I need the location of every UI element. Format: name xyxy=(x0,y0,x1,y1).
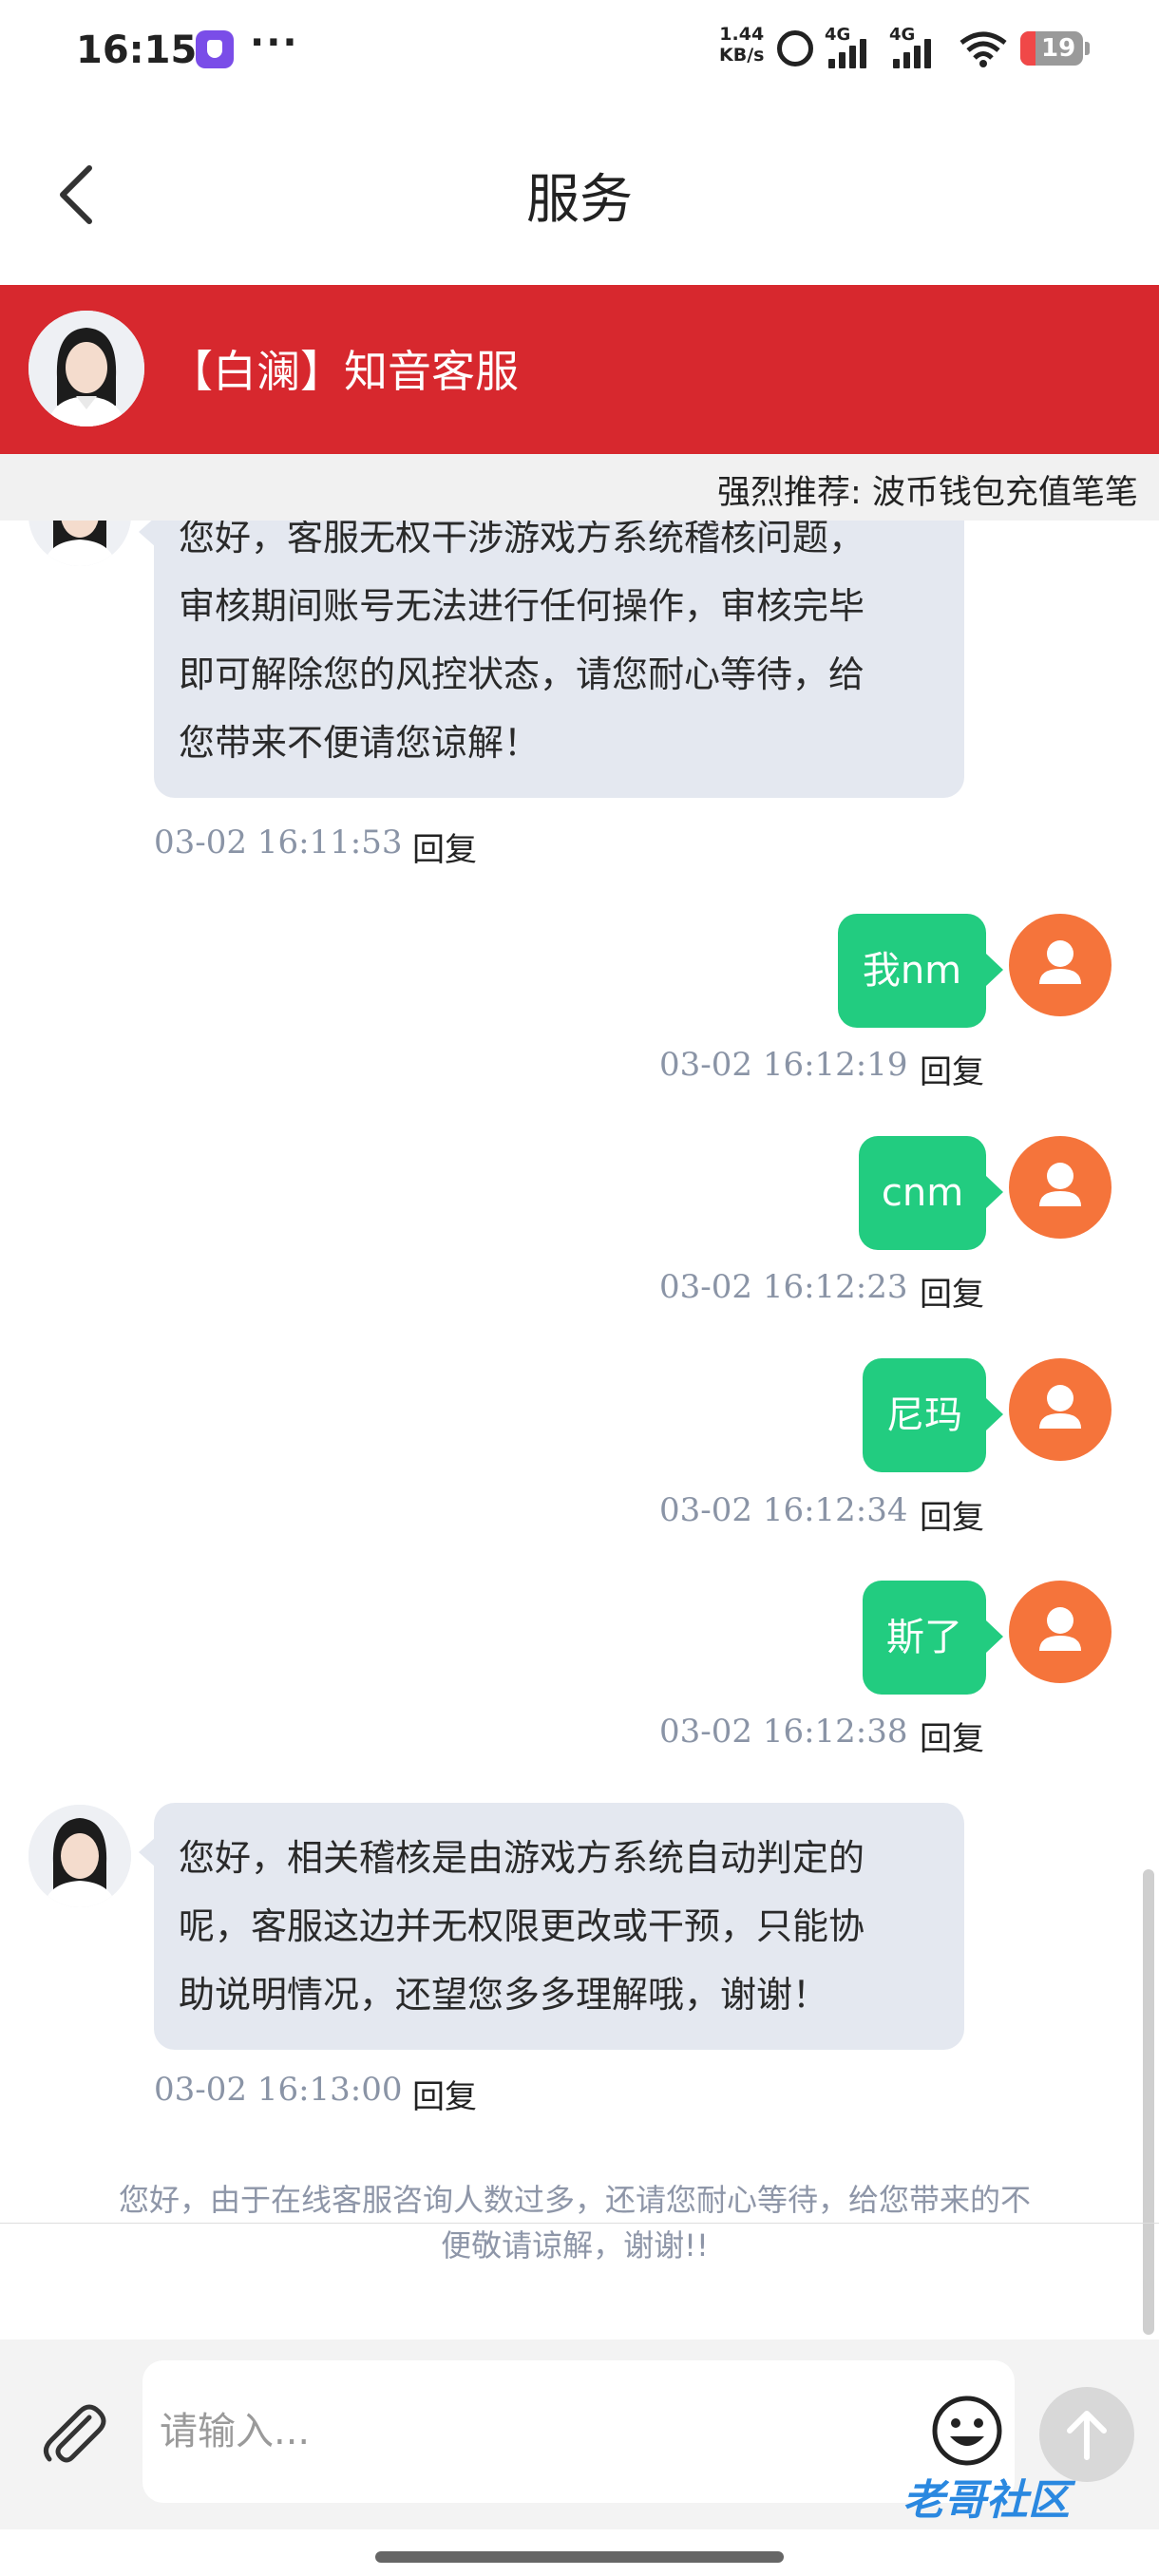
network-type-2: 4G xyxy=(889,25,916,45)
reply-link[interactable]: 回复 xyxy=(920,1713,984,1759)
message-time: 03-02 16:12:19 xyxy=(659,1046,908,1084)
message-time: 03-02 16:12:23 xyxy=(659,1268,908,1306)
user-icon xyxy=(1039,1163,1081,1206)
system-notice-line: 便敬请谅解，谢谢!! xyxy=(441,2227,709,2263)
app-header: 服务 xyxy=(0,100,1159,285)
system-notice: 您好，由于在线客服咨询人数过多，还请您耐心等待，给您带来的不 便敬请谅解，谢谢!… xyxy=(57,2177,1092,2268)
clock: 16:15 xyxy=(76,28,198,72)
page-title: 服务 xyxy=(526,169,633,231)
message-time: 03-02 16:13:00 xyxy=(154,2071,403,2109)
message-line: 您好，客服无权干涉游戏方系统稽核问题， xyxy=(179,521,865,559)
message-line: 审核期间账号无法进行任何操作，审核完毕 xyxy=(179,585,865,627)
user-avatar xyxy=(1009,914,1112,1016)
network-speed-value: 1.44 xyxy=(719,24,765,45)
wifi-icon xyxy=(960,31,1007,67)
alarm-icon xyxy=(777,30,813,66)
message-input[interactable] xyxy=(142,2360,1015,2503)
network-type-1: 4G xyxy=(825,25,851,45)
agent-message: 您好，客服无权干涉游戏方系统稽核问题， 审核期间账号无法进行任何操作，审核完毕 … xyxy=(139,521,964,798)
user-message: 我nm xyxy=(838,914,1003,1028)
agent-banner: 【白澜】知音客服 xyxy=(0,285,1159,454)
reply-link[interactable]: 回复 xyxy=(920,1268,984,1315)
message-time: 03-02 16:11:53 xyxy=(154,824,403,862)
reply-link[interactable]: 回复 xyxy=(920,1491,984,1538)
user-message: 尼玛 xyxy=(863,1358,1003,1472)
agent-avatar xyxy=(28,1805,131,1907)
reply-link[interactable]: 回复 xyxy=(920,1046,984,1092)
user-avatar xyxy=(1009,1358,1112,1461)
signal-icon-2: 4G xyxy=(884,25,940,68)
network-speed: 1.44 KB/s xyxy=(719,24,764,66)
agent-avatar xyxy=(28,311,144,426)
user-message: cnm xyxy=(859,1136,1003,1250)
user-avatar xyxy=(1009,1136,1112,1239)
message-line: 您好，相关稽核是由游戏方系统自动判定的 xyxy=(179,1837,865,1879)
user-message: 斯了 xyxy=(863,1581,1003,1695)
vpn-shield-icon xyxy=(196,30,234,68)
message-time: 03-02 16:12:38 xyxy=(659,1713,908,1751)
reply-link[interactable]: 回复 xyxy=(412,2071,477,2117)
network-speed-unit: KB/s xyxy=(719,45,765,66)
agent-name: 【白澜】知音客服 xyxy=(169,346,519,397)
user-icon xyxy=(1039,940,1081,984)
more-notifications-icon: ··· xyxy=(250,21,299,65)
paperclip-icon[interactable] xyxy=(36,2396,112,2472)
user-icon xyxy=(1039,1607,1081,1651)
message-line: 呢，客服这边并无权限更改或干预，只能协 xyxy=(179,1905,865,1947)
agent-avatar xyxy=(28,521,131,566)
agent-message: 您好，相关稽核是由游戏方系统自动判定的 呢，客服这边并无权限更改或干预，只能协 … xyxy=(139,1803,964,2050)
watermark-logo: 老哥社区 xyxy=(902,2476,1070,2525)
home-indicator[interactable] xyxy=(375,2551,784,2563)
smiley-icon[interactable] xyxy=(929,2393,1005,2469)
announcement-text: 强烈推荐: 波币钱包充值笔笔 xyxy=(717,474,1138,512)
message-line: 助说明情况，还望您多多理解哦，谢谢！ xyxy=(179,1974,829,2016)
battery-level: 19 xyxy=(1041,34,1076,63)
message-line: 您带来不便请您谅解！ xyxy=(179,722,541,764)
system-notice-line: 您好，由于在线客服咨询人数过多，还请您耐心等待，给您带来的不 xyxy=(118,2182,1031,2218)
announcement-marquee[interactable]: 强烈推荐: 波币钱包充值笔笔 xyxy=(0,454,1159,521)
message-time: 03-02 16:12:34 xyxy=(659,1491,908,1529)
status-bar: 16:15 ··· 1.44 KB/s 4G 4G 19 xyxy=(0,0,1159,100)
user-avatar xyxy=(1009,1581,1112,1683)
signal-icon-1: 4G xyxy=(819,25,876,68)
user-icon xyxy=(1039,1385,1081,1429)
chat-area[interactable]: 您好，客服无权干涉游戏方系统稽核问题， 审核期间账号无法进行任何操作，审核完毕 … xyxy=(0,521,1159,2339)
message-line: 即可解除您的风控状态，请您耐心等待，给 xyxy=(179,653,865,695)
battery-icon: 19 xyxy=(1020,31,1090,66)
reply-link[interactable]: 回复 xyxy=(412,824,477,870)
chat-scrollbar[interactable] xyxy=(1143,1869,1154,2335)
